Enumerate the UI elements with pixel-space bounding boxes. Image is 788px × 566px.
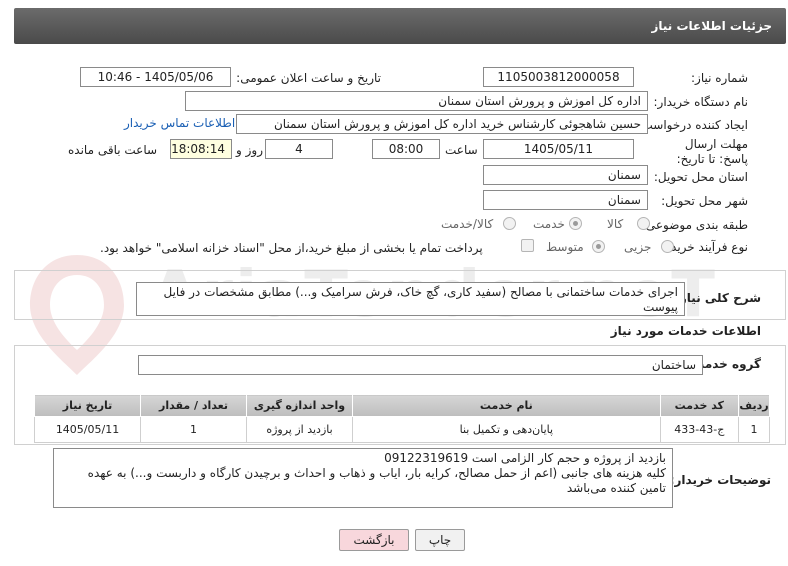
col-index: ردیف	[737, 394, 771, 417]
services-section-title: اطلاعات خدمات مورد نیاز	[610, 324, 761, 338]
days-field: 4	[265, 139, 333, 159]
cell-date: 1405/05/11	[33, 416, 142, 443]
col-date: تاریخ نیاز	[33, 394, 142, 417]
category-radio-goods[interactable]	[637, 217, 650, 230]
header-panel: جزئیات اطلاعات نیاز	[14, 8, 786, 44]
need-number-field: 1105003812000058	[483, 67, 634, 87]
city-field: سمنان	[483, 190, 648, 210]
category-option-service: خدمت	[533, 217, 565, 231]
back-button[interactable]: بازگشت	[339, 529, 409, 551]
buyer-notes-line1: بازدید از پروژه و حجم کار الزامی است 091…	[384, 451, 666, 465]
services-table-header: ردیف کد خدمت نام خدمت واحد اندازه گیری ت…	[33, 394, 771, 417]
buyer-notes-label: توضیحات خریدار:	[669, 473, 771, 487]
process-option-minor: جزیی	[624, 240, 652, 254]
category-option-goods: کالا	[607, 217, 624, 231]
category-radio-goods-service[interactable]	[503, 217, 516, 230]
deadline-date-field: 1405/05/11	[483, 139, 634, 159]
announce-label: تاریخ و ساعت اعلان عمومی:	[236, 71, 381, 85]
buyer-field: اداره کل اموزش و پرورش استان سمنان	[185, 91, 648, 111]
province-field: سمنان	[483, 165, 648, 185]
page-title: جزئیات اطلاعات نیاز	[651, 19, 772, 33]
buyer-notes-line2: کلیه هزینه های جانبی (اعم از حمل مصالح، …	[87, 466, 666, 495]
deadline-time-field: 08:00	[372, 139, 440, 159]
province-label: استان محل تحویل:	[653, 170, 748, 184]
cell-code: ج-43-433	[659, 416, 739, 443]
category-option-goods-service: کالا/خدمت	[441, 217, 494, 231]
remaining-time-field: 18:08:14	[170, 139, 232, 159]
col-unit: واحد اندازه گیری	[246, 394, 354, 417]
category-radio-service[interactable]	[569, 217, 582, 230]
table-row: 1 ج-43-433 پایان‌دهی و تکمیل بنا بازدید …	[33, 416, 771, 443]
deadline-time-label: ساعت	[445, 143, 478, 157]
process-radio-minor[interactable]	[661, 240, 674, 253]
buyer-notes-textarea: بازدید از پروژه و حجم کار الزامی است 091…	[53, 448, 673, 508]
category-label: طبقه بندی موضوعی:	[641, 218, 748, 232]
buyer-label: نام دستگاه خریدار:	[653, 95, 749, 109]
col-code: کد خدمت	[659, 394, 739, 417]
deadline-label: مهلت ارسال پاسخ: تا تاریخ:	[676, 137, 748, 166]
city-label: شهر محل تحویل:	[661, 194, 748, 208]
cell-qty: 1	[140, 416, 248, 443]
col-name: نام خدمت	[352, 394, 661, 417]
description-label: شرح کلی نیاز:	[675, 291, 761, 305]
process-label: نوع فرآیند خرید :	[663, 240, 748, 254]
contact-info-link[interactable]: اطلاعات تماس خریدار	[124, 116, 235, 130]
description-text: اجرای خدمات ساختمانی با مصالح (سفید کاری…	[163, 285, 679, 314]
print-button[interactable]: چاپ	[415, 529, 465, 551]
services-table: ردیف کد خدمت نام خدمت واحد اندازه گیری ت…	[33, 394, 771, 443]
service-group-field: ساختمان	[138, 355, 703, 375]
col-qty: تعداد / مقدار	[140, 394, 248, 417]
treasury-note: پرداخت تمام یا بخشی از مبلغ خرید،از محل …	[100, 241, 483, 255]
creator-label: ایجاد کننده درخواست:	[637, 118, 748, 132]
days-label: روز و	[236, 143, 263, 157]
remaining-label: ساعت باقی مانده	[68, 143, 158, 157]
process-radio-medium[interactable]	[592, 240, 605, 253]
treasury-checkbox[interactable]	[521, 239, 534, 252]
process-option-medium: متوسط	[546, 240, 584, 254]
cell-unit: بازدید از پروژه	[246, 416, 354, 443]
description-textarea: اجرای خدمات ساختمانی با مصالح (سفید کاری…	[136, 282, 685, 316]
cell-name: پایان‌دهی و تکمیل بنا	[352, 416, 661, 443]
creator-field: حسین شاهجوئی کارشناس خرید اداره کل اموزش…	[236, 114, 648, 134]
cell-index: 1	[737, 416, 771, 443]
need-number-label: شماره نیاز:	[691, 71, 748, 85]
announce-field: 1405/05/06 - 10:46	[80, 67, 231, 87]
